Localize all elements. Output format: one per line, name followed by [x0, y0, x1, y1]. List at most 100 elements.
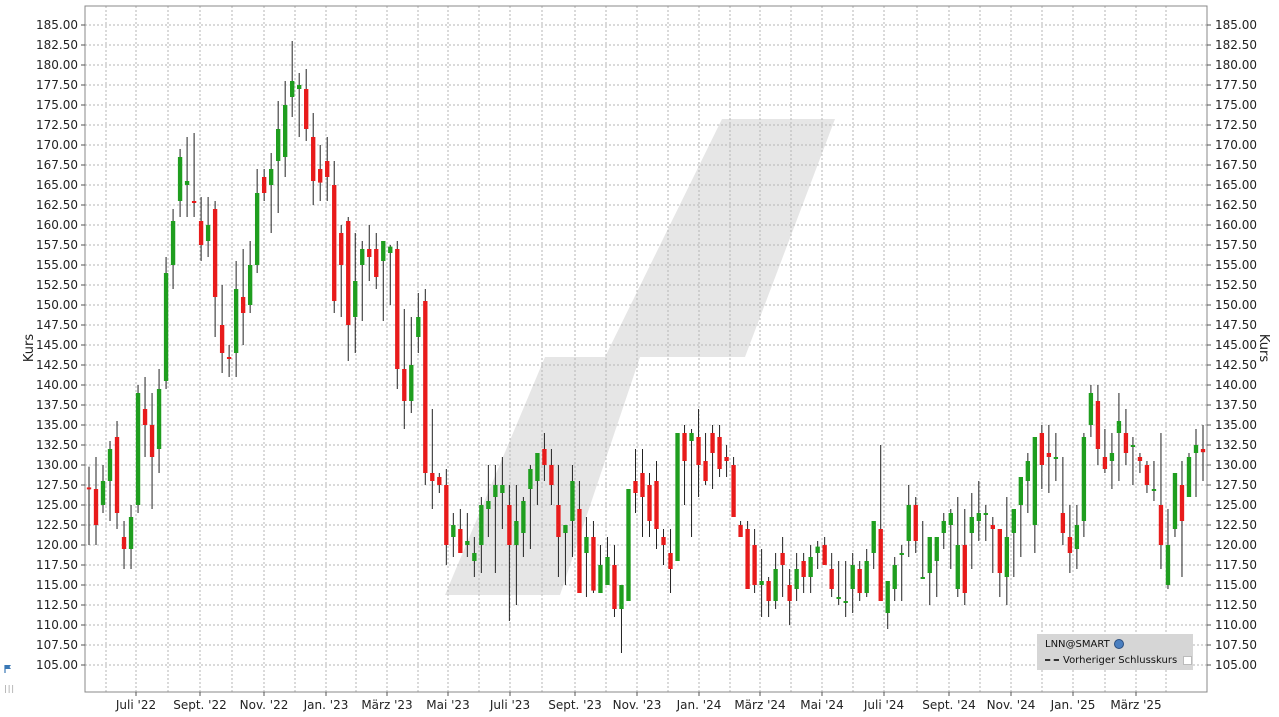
y-tick-label-right: 172.50 — [1215, 118, 1257, 132]
candle — [731, 457, 736, 517]
candle-body — [318, 169, 323, 183]
candle — [626, 489, 631, 601]
candle-body — [472, 553, 477, 561]
candle-body — [149, 425, 155, 457]
y-tick-label-left: 150.00 — [36, 298, 78, 312]
candle — [801, 553, 806, 593]
candle-body — [605, 557, 610, 585]
y-axis-left: 105.00 107.50 110.00 112.50 115.00 117.50 120.… — [36, 18, 85, 672]
candle-body — [836, 597, 841, 599]
candle — [1025, 453, 1031, 513]
flag-icon[interactable] — [3, 664, 13, 674]
candle — [381, 241, 386, 321]
y-tick-label-left: 167.50 — [36, 158, 78, 172]
y-tick-label-left: 110.00 — [36, 618, 78, 632]
candle-body — [1116, 421, 1122, 433]
legend-item-previous-close[interactable]: Vorheriger Schlusskurs — [1045, 654, 1193, 668]
candle — [1102, 429, 1108, 473]
y-tick-label-left: 145.00 — [36, 338, 78, 352]
candle — [1158, 433, 1164, 569]
candle — [864, 549, 869, 597]
legend-item-symbol[interactable]: LNN@SMART — [1045, 638, 1124, 652]
candle — [675, 433, 680, 561]
candle-body — [689, 433, 694, 441]
y-tick-label-left: 185.00 — [36, 18, 78, 32]
candle — [1032, 437, 1038, 553]
dashed-line-icon — [1045, 659, 1059, 661]
candle — [93, 457, 99, 545]
candle — [808, 545, 813, 593]
candle — [766, 577, 771, 617]
candle-body — [780, 553, 785, 565]
candle — [983, 505, 988, 541]
candle-body — [808, 557, 813, 577]
candle-body — [1032, 437, 1038, 525]
y-tick-label-right: 175.00 — [1215, 98, 1257, 112]
y-axis-title-right: Kurs — [1256, 334, 1271, 362]
y-tick-label-left: 165.00 — [36, 178, 78, 192]
candle-body — [738, 525, 743, 537]
candle-body — [1193, 445, 1199, 453]
candle — [640, 449, 645, 537]
x-tick-label: Sept. '22 — [173, 698, 227, 712]
y-tick-label-right: 167.50 — [1215, 158, 1257, 172]
candle — [1116, 393, 1122, 481]
y-tick-label-right: 117.50 — [1215, 558, 1257, 572]
checkbox-icon[interactable] — [1183, 655, 1193, 665]
candle — [275, 101, 281, 213]
candle-body — [710, 433, 715, 453]
y-tick-label-right: 107.50 — [1215, 638, 1257, 652]
candle — [745, 521, 750, 589]
y-axis-title-left: Kurs — [22, 334, 37, 362]
candle-body — [619, 585, 624, 609]
candle-body — [724, 457, 729, 461]
candle-body — [1130, 445, 1136, 447]
candle-body — [598, 565, 603, 593]
candle-body — [254, 193, 260, 265]
candle-body — [668, 553, 673, 569]
y-tick-label-left: 172.50 — [36, 118, 78, 132]
candle — [934, 537, 939, 597]
candle — [1053, 433, 1059, 481]
candle — [780, 537, 785, 597]
candle — [654, 461, 659, 549]
x-tick-label: Juli '24 — [863, 698, 904, 712]
candle-body — [493, 485, 498, 497]
candle-body — [247, 265, 253, 305]
candle — [1088, 385, 1094, 437]
candle-body — [1067, 537, 1073, 553]
candle — [885, 581, 890, 629]
y-tick-label-right: 122.50 — [1215, 518, 1257, 532]
candle — [1039, 425, 1045, 489]
candle — [850, 553, 855, 613]
candle-body — [773, 569, 778, 601]
candle-body — [304, 89, 309, 129]
legend[interactable]: LNN@SMART Vorheriger Schlusskurs — [1037, 634, 1193, 670]
y-tick-label-left: 107.50 — [36, 638, 78, 652]
candle-body — [135, 393, 141, 505]
candle-body — [563, 525, 568, 533]
candle — [233, 261, 239, 377]
candle — [290, 41, 295, 117]
y-tick-label-right: 105.00 — [1215, 658, 1257, 672]
y-tick-label-left: 135.00 — [36, 418, 78, 432]
resize-grip-icon[interactable]: ||| — [4, 684, 15, 693]
candle-body — [86, 487, 92, 490]
x-tick-label: Nov. '22 — [240, 698, 289, 712]
candle — [409, 317, 414, 413]
y-tick-label-left: 155.00 — [36, 258, 78, 272]
candle-body — [1137, 457, 1143, 461]
candle — [318, 145, 323, 201]
candle — [752, 529, 757, 593]
candle — [843, 561, 848, 617]
candle-body — [465, 541, 470, 545]
candle-body — [955, 545, 960, 589]
candle — [668, 529, 673, 593]
y-tick-label-left: 120.00 — [36, 538, 78, 552]
candle-body — [1200, 449, 1206, 453]
candle — [114, 421, 120, 529]
candle-body — [297, 85, 302, 89]
candle — [191, 133, 197, 217]
globe-icon — [1113, 639, 1124, 649]
y-tick-label-left: 112.50 — [36, 598, 78, 612]
